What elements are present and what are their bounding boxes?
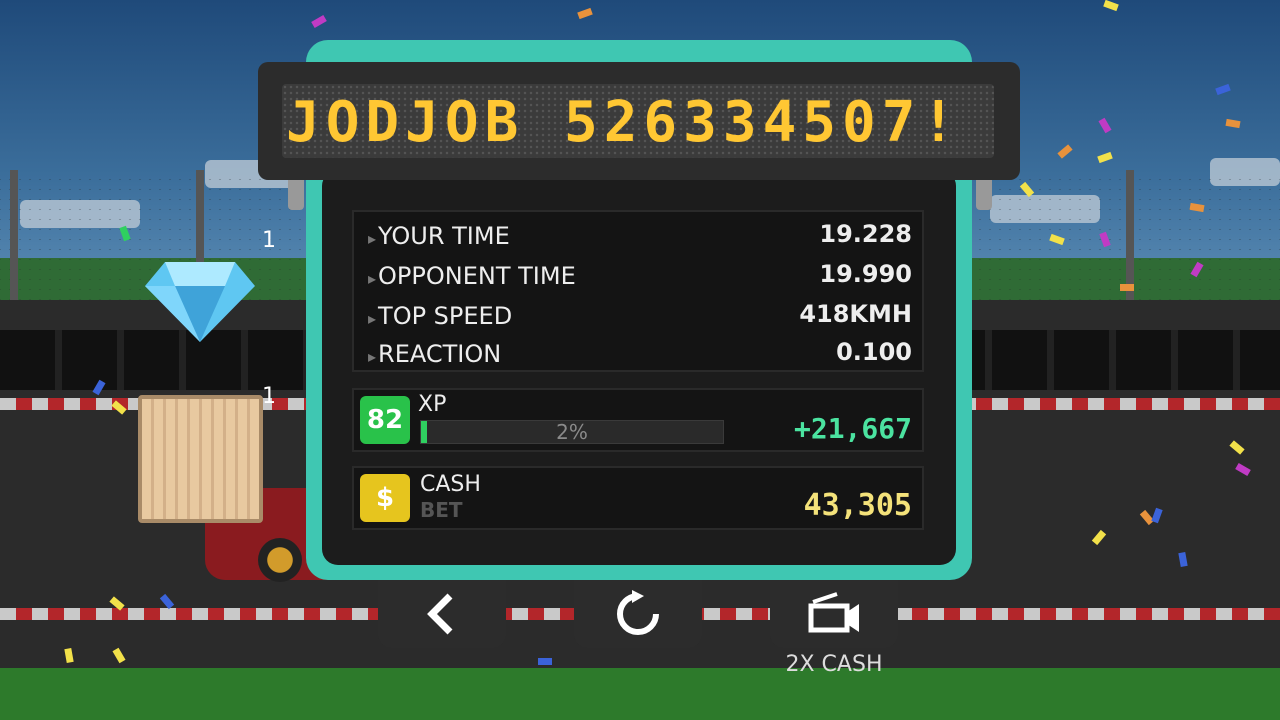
bet-label: BET — [420, 498, 463, 522]
video-ad-icon — [808, 592, 859, 633]
crate-count: 1 — [262, 384, 276, 409]
restart-icon — [617, 590, 659, 635]
stat-value: 418KMH — [799, 300, 912, 328]
diamond-count: 1 — [262, 228, 276, 253]
stat-label: REACTION — [368, 340, 501, 368]
sign-message: JODJOB 526334507! — [286, 90, 962, 155]
double-cash-video-button[interactable] — [770, 580, 898, 648]
stat-value: 0.100 — [836, 338, 912, 366]
car-wheel — [258, 538, 302, 582]
level-badge: 82 — [360, 396, 410, 444]
xp-label: XP — [418, 392, 447, 417]
race-stats: YOUR TIME 19.228 OPPONENT TIME 19.990 TO… — [352, 210, 924, 372]
confetti — [538, 658, 552, 665]
xp-section: 82 XP 2% +21,667 — [352, 388, 924, 452]
led-sign: JODJOB 526334507! — [258, 62, 1020, 180]
double-cash-label: 2X CASH — [785, 652, 883, 677]
grass — [0, 668, 1280, 720]
fence-post — [10, 170, 18, 310]
xp-progress-text: 2% — [556, 420, 588, 444]
stat-row-your-time: YOUR TIME 19.228 — [368, 216, 912, 254]
restart-button[interactable] — [574, 580, 702, 648]
cash-value: 43,305 — [803, 488, 912, 523]
stat-label: OPPONENT TIME — [368, 262, 576, 290]
back-arrow-icon — [427, 593, 453, 635]
cash-label: CASH — [420, 472, 481, 497]
cash-section: $ CASH BET 43,305 — [352, 466, 924, 530]
stat-row-top-speed: TOP SPEED 418KMH — [368, 296, 912, 334]
stat-row-reaction: REACTION 0.100 — [368, 334, 912, 372]
back-button[interactable] — [378, 580, 506, 648]
stat-label: YOUR TIME — [368, 222, 510, 250]
sign-hook — [976, 176, 992, 210]
xp-gain: +21,667 — [793, 412, 912, 445]
stat-label: TOP SPEED — [368, 302, 512, 330]
stat-row-opponent-time: OPPONENT TIME 19.990 — [368, 256, 912, 294]
xp-progress-bar: 2% — [420, 420, 724, 444]
diamond-icon — [145, 262, 255, 342]
confetti — [1120, 284, 1134, 291]
stat-value: 19.990 — [819, 260, 912, 288]
dollar-icon: $ — [360, 474, 410, 522]
led-screen: JODJOB 526334507! — [282, 84, 994, 158]
crate-icon — [138, 395, 263, 523]
sign-hook — [288, 176, 304, 210]
stat-value: 19.228 — [819, 220, 912, 248]
